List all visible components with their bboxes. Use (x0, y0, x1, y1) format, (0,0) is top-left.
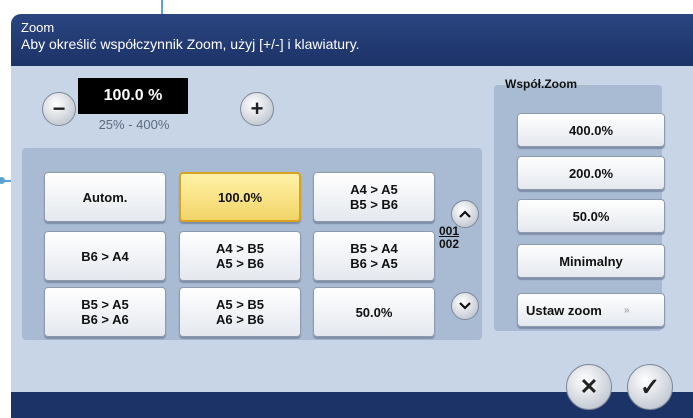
set-zoom-label: Ustaw zoom (526, 302, 602, 318)
header-bar: Zoom Aby określić współczynnik Zoom, uży… (11, 14, 693, 66)
preset-a5-b5-button[interactable]: A5 > B5 A6 > B6 (179, 287, 301, 337)
ratio-label: Minimalny (559, 253, 623, 269)
preset-label: A4 > A5 B5 > B6 (349, 182, 399, 212)
page-indicator: 001 002 (436, 225, 462, 251)
ratio-400-button[interactable]: 400.0% (517, 113, 665, 147)
close-icon: ✕ (579, 374, 599, 399)
instruction-text: Aby określić współczynnik Zoom, użyj [+/… (21, 36, 360, 52)
preset-label: 100.0% (217, 189, 263, 205)
checkmark-icon: ✓ (639, 373, 661, 401)
ratio-200-button[interactable]: 200.0% (517, 156, 665, 190)
chevron-down-icon (459, 302, 471, 310)
preset-label: B6 > A4 (81, 248, 129, 264)
preset-100-button[interactable]: 100.0% (179, 172, 301, 222)
preset-b6-a4-button[interactable]: B6 > A4 (44, 231, 166, 281)
page-down-button[interactable] (451, 292, 479, 320)
ratio-label: 400.0% (568, 122, 614, 138)
zoom-value-display: 100.0 % (78, 78, 188, 114)
screen-title: Zoom (21, 20, 55, 35)
callout-left-dot (0, 177, 5, 184)
preset-label: 50.0% (355, 304, 393, 320)
ratio-label: 50.0% (572, 208, 610, 224)
chevron-up-icon (459, 210, 471, 218)
ratio-50-button[interactable]: 50.0% (517, 199, 665, 233)
zoom-minus-button[interactable]: − (42, 92, 76, 126)
double-chevron-right-icon: » (623, 304, 630, 316)
minus-icon: − (52, 96, 66, 121)
ok-button[interactable]: ✓ (627, 364, 673, 410)
ratio-minimal-button[interactable]: Minimalny (517, 244, 665, 278)
zoom-plus-button[interactable]: + (240, 92, 274, 126)
preset-b5-a4-button[interactable]: B5 > A4 B6 > A5 (313, 231, 435, 281)
zoom-range-text: 25% - 400% (98, 117, 170, 132)
preset-a4-b5-button[interactable]: A4 > B5 A5 > B6 (179, 231, 301, 281)
ratio-label: 200.0% (568, 165, 614, 181)
preset-50-button[interactable]: 50.0% (313, 287, 435, 337)
preset-label: A5 > B5 A6 > B6 (215, 297, 265, 327)
page-total: 002 (438, 237, 460, 251)
preset-label: A4 > B5 A5 > B6 (215, 241, 265, 271)
preset-a4-a5-button[interactable]: A4 > A5 B5 > B6 (313, 172, 435, 222)
preset-label: B5 > A4 B6 > A5 (350, 241, 398, 271)
set-zoom-button[interactable]: Ustaw zoom » (517, 293, 665, 327)
preset-label: B5 > A5 B6 > A6 (81, 297, 129, 327)
ratio-panel-title: Współ.Zoom (505, 77, 577, 91)
preset-label: Autom. (82, 189, 128, 205)
preset-b5-a5-button[interactable]: B5 > A5 B6 > A6 (44, 287, 166, 337)
plus-icon: + (250, 96, 264, 121)
cancel-button[interactable]: ✕ (566, 364, 612, 410)
preset-autom-button[interactable]: Autom. (44, 172, 166, 222)
